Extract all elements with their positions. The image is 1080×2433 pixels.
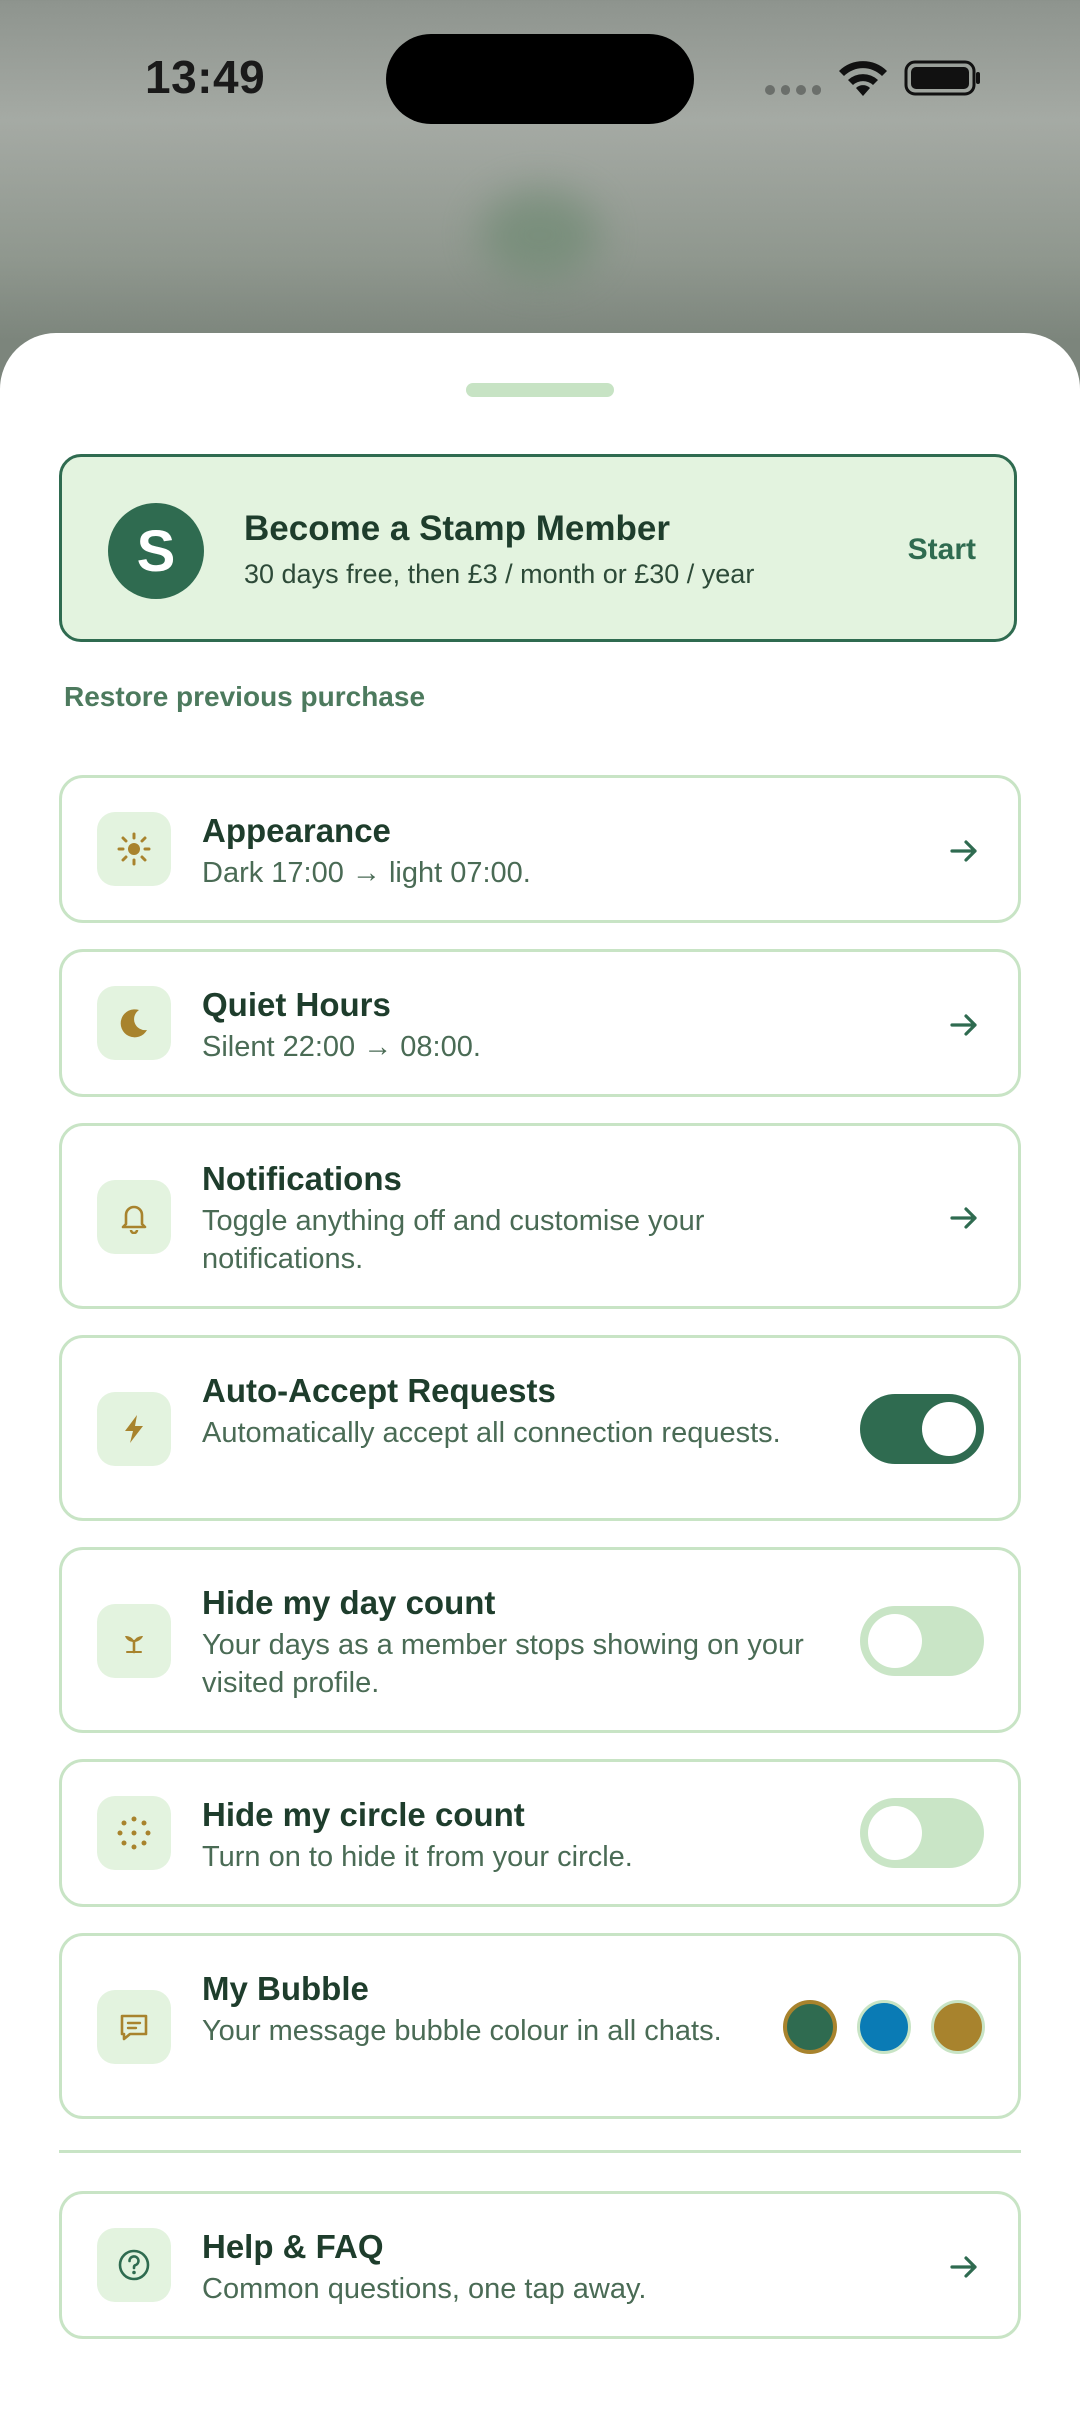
status-time: 13:49	[145, 51, 266, 103]
start-button[interactable]: Start	[908, 533, 976, 567]
wifi-icon	[839, 61, 887, 96]
setting-title: Notifications	[202, 1160, 402, 1197]
setting-subtitle: Automatically accept all connection requ…	[202, 1417, 781, 1449]
setting-appearance[interactable]: Appearance Dark 17:00 → light 07:00.	[59, 775, 1021, 923]
setting-hide-circle-count[interactable]: Hide my circle count Turn on to hide it …	[59, 1759, 1021, 1907]
setting-quiet-hours[interactable]: Quiet Hours Silent 22:00 → 08:00.	[59, 949, 1021, 1097]
setting-subtitle: Your days as a member stops showing on y…	[202, 1629, 804, 1699]
help-title: Help & FAQ	[202, 2228, 384, 2265]
setting-title: Hide my circle count	[202, 1796, 525, 1833]
setting-title: Hide my day count	[202, 1584, 496, 1621]
dotted-circle-icon	[97, 1796, 171, 1870]
setting-notifications[interactable]: Notifications Toggle anything off and cu…	[59, 1123, 1021, 1309]
setting-title: Appearance	[202, 812, 391, 849]
help-faq[interactable]: Help & FAQ Common questions, one tap awa…	[59, 2191, 1021, 2339]
setting-subtitle: Silent 22:00 → 08:00.	[202, 1031, 481, 1063]
arrow-right-icon	[946, 1200, 982, 1236]
setting-title: Auto-Accept Requests	[202, 1372, 556, 1409]
membership-title: Become a Stamp Member	[244, 509, 670, 548]
moon-icon	[97, 986, 171, 1060]
membership-banner[interactable]: S Become a Stamp Member 30 days free, th…	[59, 454, 1017, 642]
bubble-color-gold[interactable]	[931, 2000, 985, 2054]
sun-icon	[97, 812, 171, 886]
question-circle-icon	[97, 2228, 171, 2302]
setting-subtitle: Your message bubble colour in all chats.	[202, 2015, 722, 2047]
arrow-right-icon	[946, 833, 982, 869]
settings-sheet: S Become a Stamp Member 30 days free, th…	[0, 333, 1080, 2433]
setting-subtitle: Toggle anything off and customise your n…	[202, 1205, 705, 1275]
stamp-logo: S	[108, 503, 204, 599]
setting-auto-accept[interactable]: Auto-Accept Requests Automatically accep…	[59, 1335, 1021, 1521]
status-bar: 13:49	[0, 0, 1080, 160]
setting-subtitle: Turn on to hide it from your circle.	[202, 1841, 633, 1873]
bell-icon	[97, 1180, 171, 1254]
bubble-color-green[interactable]	[783, 2000, 837, 2054]
membership-subtitle: 30 days free, then £3 / month or £30 / y…	[244, 559, 755, 589]
sprout-icon	[97, 1604, 171, 1678]
section-divider	[59, 2150, 1021, 2153]
arrow-right-icon	[946, 2249, 982, 2285]
hide-circle-count-toggle[interactable]	[860, 1798, 984, 1868]
lightning-icon	[97, 1392, 171, 1466]
chat-bubble-icon	[97, 1990, 171, 2064]
bubble-color-blue[interactable]	[857, 2000, 911, 2054]
setting-subtitle: Dark 17:00 → light 07:00.	[202, 857, 531, 889]
background-blur	[480, 190, 600, 280]
setting-my-bubble[interactable]: My Bubble Your message bubble colour in …	[59, 1933, 1021, 2119]
help-subtitle: Common questions, one tap away.	[202, 2273, 647, 2305]
setting-hide-day-count[interactable]: Hide my day count Your days as a member …	[59, 1547, 1021, 1733]
restore-purchase-link[interactable]: Restore previous purchase	[64, 681, 425, 713]
setting-title: My Bubble	[202, 1970, 369, 2007]
battery-icon	[904, 60, 980, 96]
cellular-signal-icon	[765, 85, 821, 97]
hide-day-count-toggle[interactable]	[860, 1606, 984, 1676]
arrow-right-icon	[946, 1007, 982, 1043]
dynamic-island	[386, 34, 694, 124]
auto-accept-toggle[interactable]	[860, 1394, 984, 1464]
sheet-grabber[interactable]	[466, 383, 614, 397]
setting-title: Quiet Hours	[202, 986, 391, 1023]
